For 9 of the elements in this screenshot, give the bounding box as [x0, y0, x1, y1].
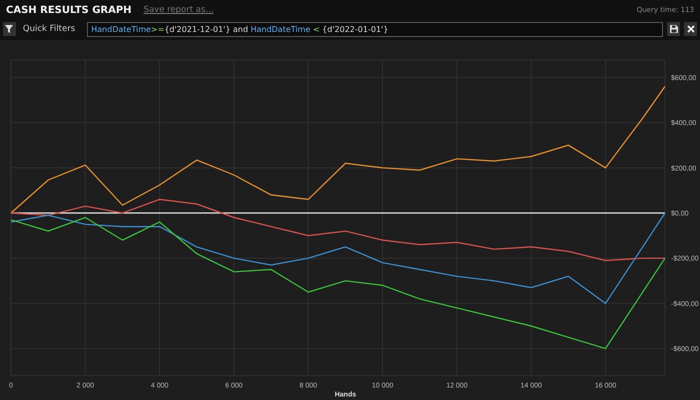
filter-icon — [5, 25, 14, 34]
close-icon — [686, 25, 695, 34]
report-title: CASH RESULTS GRAPH — [6, 4, 132, 16]
filter-field[interactable]: HandDateTime>={d'2021-12-01'} and HandDateTime < {d'2022-01-01'} — [87, 22, 664, 37]
filter-button[interactable] — [3, 22, 16, 36]
filter-label: Quick Filters — [22, 24, 76, 34]
save-button[interactable] — [667, 22, 680, 36]
close-button[interactable] — [684, 22, 697, 36]
save-report-link[interactable]: Save report as... — [144, 5, 214, 16]
